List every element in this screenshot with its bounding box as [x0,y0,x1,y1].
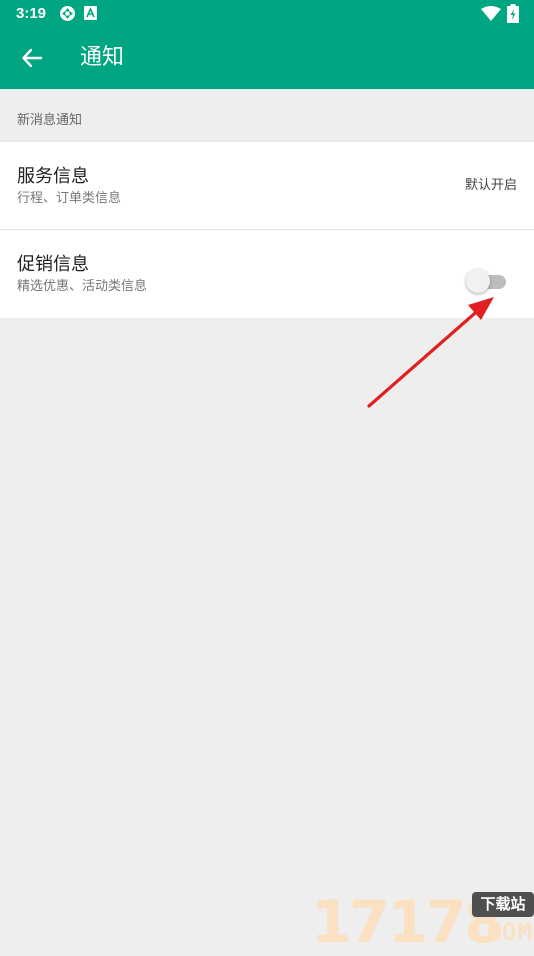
watermark-suffix: .COM [471,918,533,946]
page-title: 通知 [80,45,125,70]
setting-title: 促销信息 [17,254,89,275]
site-watermark: 17178 下载站 .COM [311,888,534,951]
back-button[interactable] [8,34,56,82]
status-bar: 3:19 [0,0,534,27]
battery-icon [507,4,519,23]
setting-subtitle: 精选优惠、活动类信息 [17,279,148,294]
status-time: 3:19 [16,5,47,22]
arrow-left-icon [22,48,43,68]
a-badge-icon [84,6,97,20]
settings-list: 服务信息 行程、订单类信息 默认开启 促销信息 精选优惠、活动类信息 [0,141,534,318]
promo-toggle-switch[interactable] [466,268,506,294]
setting-row-service-info[interactable]: 服务信息 行程、订单类信息 默认开启 [0,142,534,230]
section-header: 新消息通知 [0,89,534,141]
switch-thumb [466,269,490,293]
setting-subtitle: 行程、订单类信息 [17,191,122,206]
section-title: 新消息通知 [17,113,83,128]
setting-row-promo-info[interactable]: 促销信息 精选优惠、活动类信息 [0,230,534,318]
app-bar: 通知 [0,27,534,89]
sync-icon [60,6,75,21]
wifi-icon [481,6,501,21]
setting-value: 默认开启 [464,178,517,193]
setting-title: 服务信息 [17,166,89,187]
watermark-badge: 下载站 [472,892,534,917]
